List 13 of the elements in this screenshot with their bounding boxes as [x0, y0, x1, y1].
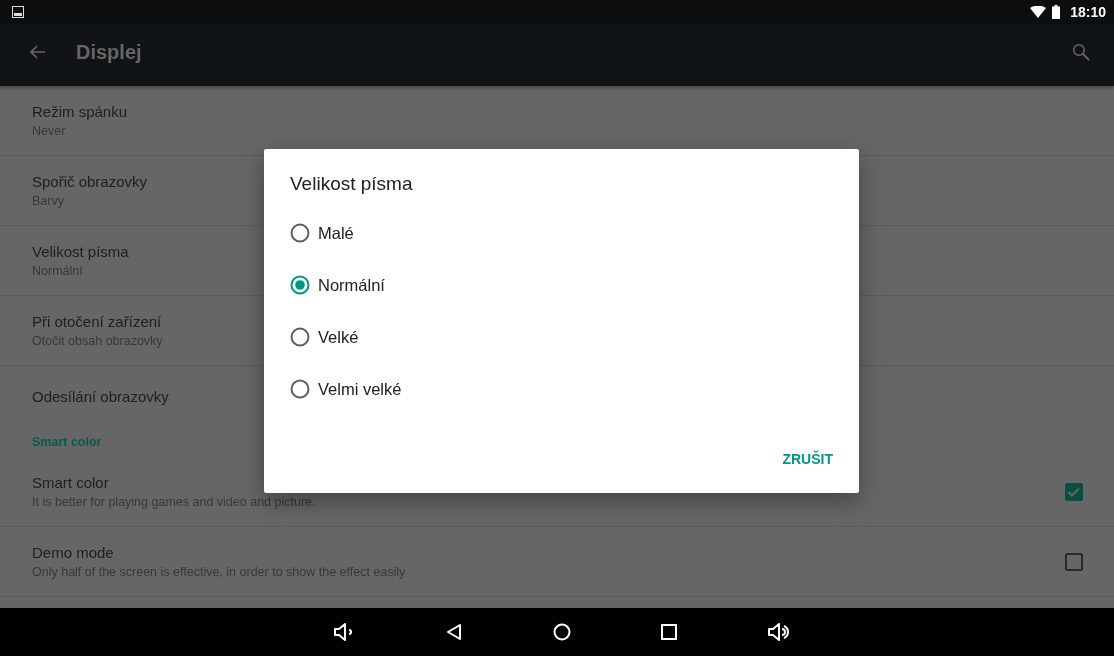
clock-time: 18:10: [1070, 4, 1106, 20]
option-label: Velmi velké: [318, 379, 402, 399]
setting-title: Při otočení zařízení: [32, 313, 162, 330]
setting-title: Smart color: [32, 474, 109, 491]
setting-title: Režim spánku: [32, 103, 128, 120]
setting-title: Demo mode: [32, 544, 114, 561]
option-label: Malé: [318, 223, 354, 243]
screen-title: Displej: [76, 40, 142, 64]
dialog-title: Velikost písma: [290, 173, 414, 195]
setting-title: Velikost písma: [32, 243, 129, 260]
setting-title: Spořič obrazovky: [32, 173, 148, 190]
option-label: Normální: [318, 275, 385, 295]
option-label: Velké: [318, 327, 359, 347]
